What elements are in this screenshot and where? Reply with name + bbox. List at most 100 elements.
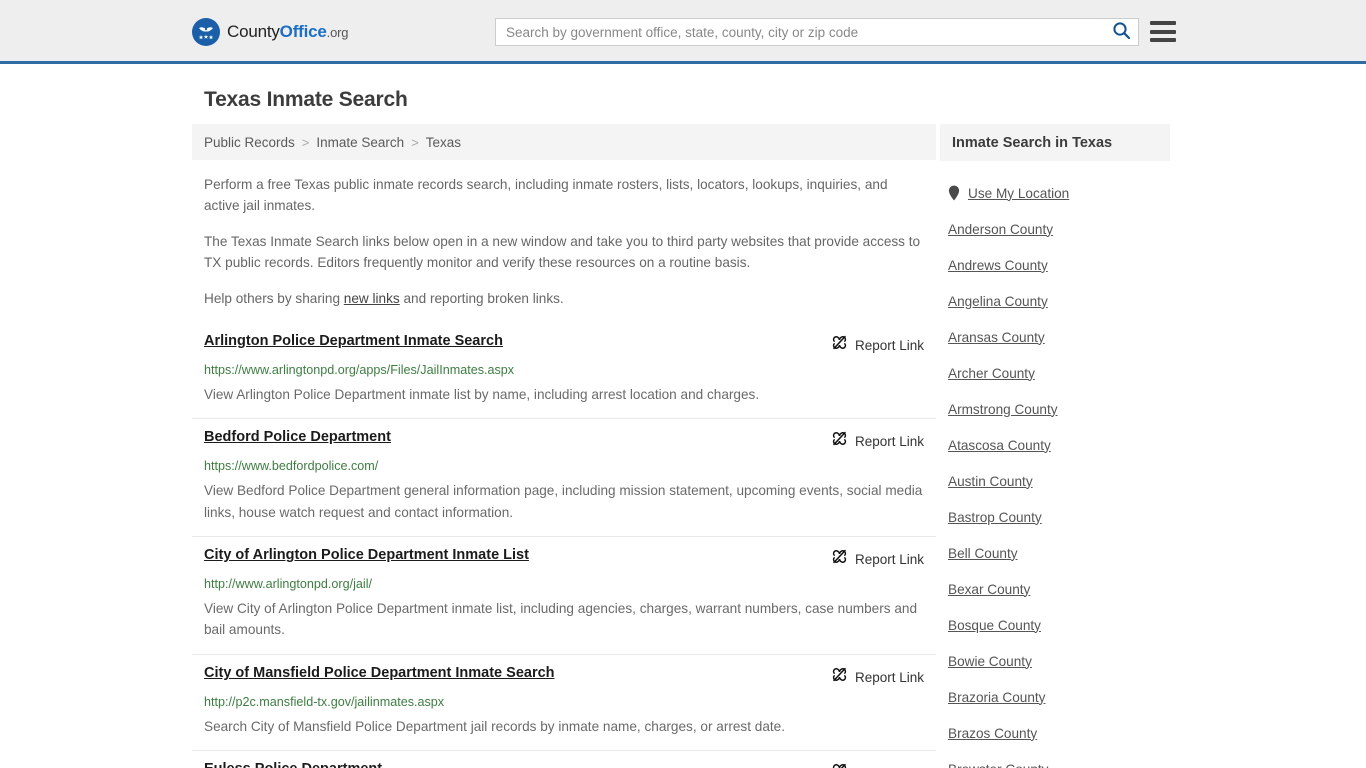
breadcrumb: Public Records > Inmate Search > Texas xyxy=(192,124,936,160)
sidebar-item-county[interactable]: Angelina County xyxy=(940,283,1170,319)
report-link-button[interactable]: Report Link xyxy=(831,761,924,768)
report-link-button[interactable]: Report Link xyxy=(831,547,924,570)
broken-link-icon xyxy=(831,334,848,356)
sidebar-item-use-my-location[interactable]: Use My Location xyxy=(940,175,1170,211)
use-my-location-link[interactable]: Use My Location xyxy=(968,186,1069,201)
result-header: Bedford Police Department Report Link xyxy=(204,429,924,452)
intro-p3-post: and reporting broken links. xyxy=(399,291,564,307)
hamburger-bar-2 xyxy=(1150,29,1176,34)
result-url[interactable]: http://www.arlingtonpd.org/jail/ xyxy=(204,576,924,592)
county-link[interactable]: Bosque County xyxy=(948,618,1041,633)
hamburger-bar-1 xyxy=(1150,21,1176,25)
county-link[interactable]: Anderson County xyxy=(948,222,1053,237)
intro-p3-pre: Help others by sharing xyxy=(204,291,344,307)
logo-text-org: .org xyxy=(326,25,349,40)
search-bar[interactable] xyxy=(495,18,1139,46)
sidebar-item-county[interactable]: Bastrop County xyxy=(940,499,1170,535)
result-title-link[interactable]: Bedford Police Department xyxy=(204,429,391,446)
result-title-link[interactable]: Euless Police Department xyxy=(204,761,382,768)
intro-paragraph-1: Perform a free Texas public inmate recor… xyxy=(204,177,888,214)
main-content-column: Public Records > Inmate Search > Texas P… xyxy=(192,124,936,768)
page-title: Texas Inmate Search xyxy=(204,88,408,111)
result-header: Arlington Police Department Inmate Searc… xyxy=(204,333,924,356)
county-link[interactable]: Brazos County xyxy=(948,726,1037,741)
report-link-label: Report Link xyxy=(854,669,924,685)
sidebar-item-county[interactable]: Brazoria County xyxy=(940,679,1170,715)
report-link-button[interactable]: Report Link xyxy=(831,665,924,688)
table-row: Arlington Police Department Inmate Searc… xyxy=(192,323,936,420)
table-row: City of Mansfield Police Department Inma… xyxy=(192,655,936,752)
site-logo-text: CountyOffice.org xyxy=(227,22,348,42)
county-link[interactable]: Bexar County xyxy=(948,582,1030,597)
breadcrumb-item-public-records[interactable]: Public Records xyxy=(204,135,295,150)
county-link[interactable]: Atascosa County xyxy=(948,438,1051,453)
search-icon xyxy=(1112,21,1131,43)
map-pin-icon xyxy=(948,185,960,201)
table-row: Euless Police Department Report Link xyxy=(192,751,936,768)
county-link[interactable]: Brewster County xyxy=(948,762,1048,768)
county-link[interactable]: Bowie County xyxy=(948,654,1032,669)
broken-link-icon xyxy=(831,666,848,688)
breadcrumb-separator-2: > xyxy=(411,134,419,150)
county-link[interactable]: Austin County xyxy=(948,474,1033,489)
county-link[interactable]: Andrews County xyxy=(948,258,1048,273)
result-description: Search City of Mansfield Police Departme… xyxy=(204,718,786,734)
countyoffice-eagle-logo-icon xyxy=(192,18,220,46)
sidebar-item-county[interactable]: Archer County xyxy=(940,355,1170,391)
table-row: Bedford Police Department Report Link ht… xyxy=(192,419,936,538)
sidebar-item-county[interactable]: Brazos County xyxy=(940,715,1170,751)
result-url[interactable]: https://www.arlingtonpd.org/apps/Files/J… xyxy=(204,362,924,378)
report-link-button[interactable]: Report Link xyxy=(831,333,924,356)
result-description: View City of Arlington Police Department… xyxy=(204,600,918,638)
table-row: City of Arlington Police Department Inma… xyxy=(192,537,936,656)
sidebar-item-county[interactable]: Andrews County xyxy=(940,247,1170,283)
sidebar-item-county[interactable]: Austin County xyxy=(940,463,1170,499)
result-url[interactable]: https://www.bedfordpolice.com/ xyxy=(204,458,924,474)
hamburger-bar-3 xyxy=(1150,38,1176,42)
sidebar-item-county[interactable]: Bowie County xyxy=(940,643,1170,679)
result-title-link[interactable]: City of Arlington Police Department Inma… xyxy=(204,547,529,564)
result-title-link[interactable]: Arlington Police Department Inmate Searc… xyxy=(204,333,503,350)
sidebar-item-county[interactable]: Bell County xyxy=(940,535,1170,571)
report-link-button[interactable]: Report Link xyxy=(831,429,924,452)
intro-paragraph-2: The Texas Inmate Search links below open… xyxy=(204,234,921,271)
hamburger-menu-icon[interactable] xyxy=(1150,21,1176,42)
sidebar-county-list: Use My Location Anderson County Andrews … xyxy=(940,161,1170,768)
broken-link-icon xyxy=(831,762,848,768)
report-link-label: Report Link xyxy=(854,337,924,353)
report-link-label: Report Link xyxy=(854,433,924,449)
result-title-link[interactable]: City of Mansfield Police Department Inma… xyxy=(204,665,555,682)
report-link-label: Report Link xyxy=(854,551,924,567)
site-logo[interactable]: CountyOffice.org xyxy=(192,18,348,46)
breadcrumb-item-texas[interactable]: Texas xyxy=(426,135,461,150)
sidebar-item-county[interactable]: Anderson County xyxy=(940,211,1170,247)
sidebar-item-county[interactable]: Atascosa County xyxy=(940,427,1170,463)
logo-text-county: County xyxy=(227,22,280,41)
county-link[interactable]: Angelina County xyxy=(948,294,1048,309)
result-header: City of Mansfield Police Department Inma… xyxy=(204,665,924,688)
sidebar-title: Inmate Search in Texas xyxy=(940,124,1170,161)
sidebar-item-county[interactable]: Bexar County xyxy=(940,571,1170,607)
county-link[interactable]: Bell County xyxy=(948,546,1018,561)
logo-text-office: Office xyxy=(279,22,327,41)
sidebar-item-county[interactable]: Armstrong County xyxy=(940,391,1170,427)
search-input[interactable] xyxy=(496,19,1104,45)
result-header: City of Arlington Police Department Inma… xyxy=(204,547,924,570)
result-description: View Arlington Police Department inmate … xyxy=(204,386,760,402)
breadcrumb-item-inmate-search[interactable]: Inmate Search xyxy=(316,135,404,150)
county-link[interactable]: Aransas County xyxy=(948,330,1045,345)
search-button[interactable] xyxy=(1104,19,1138,45)
sidebar-item-county[interactable]: Aransas County xyxy=(940,319,1170,355)
result-url[interactable]: http://p2c.mansfield-tx.gov/jailinmates.… xyxy=(204,694,924,710)
site-header: CountyOffice.org xyxy=(0,0,1366,64)
county-link[interactable]: Archer County xyxy=(948,366,1035,381)
intro-text: Perform a free Texas public inmate recor… xyxy=(192,160,936,309)
sidebar-item-county[interactable]: Brewster County xyxy=(940,751,1170,768)
new-links-link[interactable]: new links xyxy=(344,291,400,306)
county-link[interactable]: Brazoria County xyxy=(948,690,1045,705)
sidebar-item-county[interactable]: Bosque County xyxy=(940,607,1170,643)
result-description: View Bedford Police Department general i… xyxy=(204,482,923,520)
broken-link-icon xyxy=(831,548,848,570)
county-link[interactable]: Armstrong County xyxy=(948,402,1058,417)
county-link[interactable]: Bastrop County xyxy=(948,510,1042,525)
